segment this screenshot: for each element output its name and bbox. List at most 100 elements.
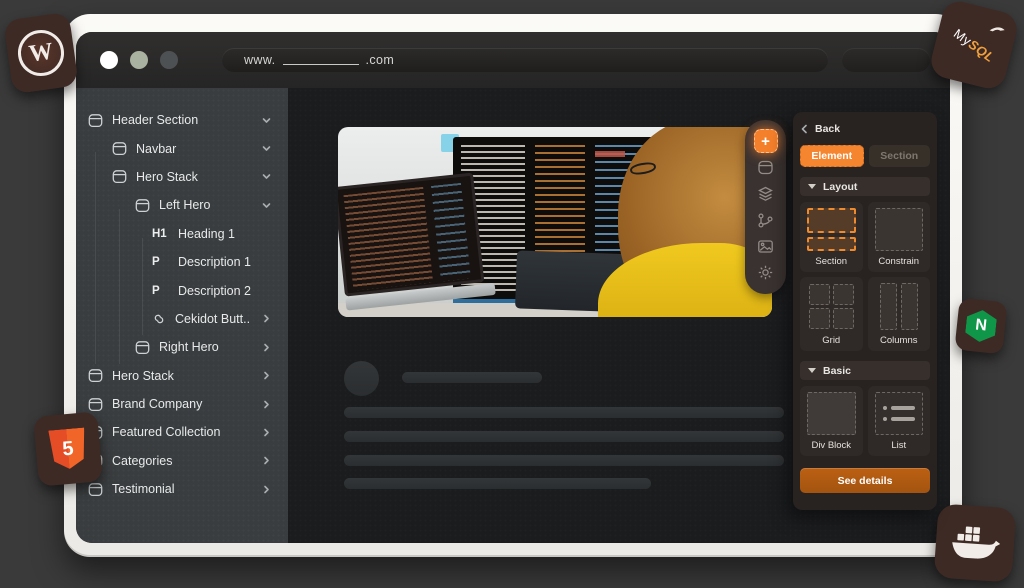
chevron-down-icon[interactable] <box>261 200 272 211</box>
basic-section-header[interactable]: Basic <box>800 361 930 380</box>
basic-card-list[interactable]: List <box>868 386 931 456</box>
chevron-right-icon[interactable] <box>261 427 272 438</box>
tree-item-navbar[interactable]: Navbar <box>76 134 288 162</box>
tree-item-testimonial[interactable]: Testimonial <box>76 475 288 503</box>
browser-actions-pill[interactable] <box>842 48 930 72</box>
container-icon <box>88 368 103 383</box>
tree-item-label: Left Hero <box>159 198 210 212</box>
chevron-right-icon[interactable] <box>261 484 272 495</box>
layers-sidebar: Header Section Navbar Hero Stack <box>76 88 288 543</box>
tab-section[interactable]: Section <box>869 145 931 167</box>
back-button[interactable]: Back <box>800 121 930 137</box>
url-blank-line <box>283 55 359 65</box>
nginx-sticker: N <box>954 298 1007 355</box>
browser-window: www. .com Header Section <box>76 32 950 543</box>
container-icon <box>88 113 103 128</box>
tree-item-label: Categories <box>112 454 172 468</box>
tree-item-label: Hero Stack <box>112 369 174 383</box>
chevron-right-icon[interactable] <box>261 313 272 324</box>
card-label: Div Block <box>811 440 851 451</box>
url-suffix: .com <box>365 53 394 67</box>
p-tag-icon: P <box>152 256 169 268</box>
settings-gear-icon[interactable] <box>754 261 778 285</box>
caret-down-icon <box>808 368 816 373</box>
layout-section-header[interactable]: Layout <box>800 177 930 196</box>
constrain-icon <box>875 208 924 251</box>
tree-item-label: Header Section <box>112 113 198 127</box>
browser-toolbar: www. .com <box>76 32 950 88</box>
layout-card-grid[interactable]: Grid <box>800 277 863 351</box>
window-control-3[interactable] <box>160 51 178 69</box>
chevron-right-icon[interactable] <box>261 342 272 353</box>
chevron-right-icon[interactable] <box>261 455 272 466</box>
tree-item-label: Right Hero <box>159 340 219 354</box>
columns-icon <box>880 283 919 330</box>
tree-item-header-section[interactable]: Header Section <box>76 106 288 134</box>
chevron-right-icon[interactable] <box>261 370 272 381</box>
container-icon <box>135 340 150 355</box>
tab-element[interactable]: Element <box>800 145 864 167</box>
layers-tree: Header Section Navbar Hero Stack <box>76 106 288 503</box>
tree-item-featured-collection[interactable]: Featured Collection <box>76 418 288 446</box>
skeleton-title-line <box>402 372 542 383</box>
branch-tool-button[interactable] <box>754 208 778 232</box>
mysql-dolphin-icon <box>988 20 1009 41</box>
skeleton-line <box>344 431 784 442</box>
skeleton-line <box>344 455 784 466</box>
back-label: Back <box>815 123 840 135</box>
skeleton-line <box>344 478 651 489</box>
skeleton-avatar <box>344 361 379 396</box>
html5-sticker: 5 <box>33 411 103 486</box>
left-laptop <box>338 172 496 317</box>
tree-item-heading-1[interactable]: H1 Heading 1 <box>76 220 288 248</box>
container-icon <box>88 397 103 412</box>
tree-item-label: Heading 1 <box>178 227 235 241</box>
layers-tool-button[interactable] <box>754 182 778 206</box>
tree-item-label: Navbar <box>136 142 176 156</box>
nginx-hexagon-icon: N <box>964 309 997 344</box>
tree-item-description-1[interactable]: P Description 1 <box>76 248 288 276</box>
basic-card-div-block[interactable]: Div Block <box>800 386 863 456</box>
section-icon <box>807 208 856 251</box>
tree-item-description-2[interactable]: P Description 2 <box>76 276 288 304</box>
address-bar[interactable]: www. .com <box>222 48 828 72</box>
tree-item-label: Brand Company <box>112 397 202 411</box>
see-details-button[interactable]: See details <box>800 468 930 493</box>
tree-item-left-hero[interactable]: Left Hero <box>76 191 288 219</box>
tree-item-right-hero[interactable]: Right Hero <box>76 333 288 361</box>
layout-card-constrain[interactable]: Constrain <box>868 202 931 272</box>
element-panel: Back Element Section Layout <box>793 112 937 510</box>
tree-item-hero-stack[interactable]: Hero Stack <box>76 163 288 191</box>
chevron-down-icon[interactable] <box>261 171 272 182</box>
card-label: List <box>891 440 906 451</box>
basic-section-title: Basic <box>823 365 851 377</box>
add-element-button[interactable]: + <box>754 129 778 153</box>
skeleton-line <box>344 407 784 418</box>
tree-item-brand-company[interactable]: Brand Company <box>76 390 288 418</box>
basic-cards: Div Block List <box>800 386 930 456</box>
link-icon <box>152 312 166 326</box>
page-background: www. .com Header Section <box>0 0 1024 588</box>
window-control-1[interactable] <box>100 51 118 69</box>
tree-item-cekidot-button[interactable]: Cekidot Butt.. <box>76 305 288 333</box>
card-label: Constrain <box>878 256 919 267</box>
tree-item-hero-stack-2[interactable]: Hero Stack <box>76 362 288 390</box>
container-tool-button[interactable] <box>754 155 778 179</box>
tree-item-label: Description 1 <box>178 255 251 269</box>
canvas: + <box>288 88 950 543</box>
layout-card-section[interactable]: Section <box>800 202 863 272</box>
card-label: Columns <box>880 335 918 346</box>
caret-down-icon <box>808 184 816 189</box>
chevron-right-icon[interactable] <box>261 399 272 410</box>
chevron-left-icon <box>800 124 809 134</box>
builder-tool-rail: + <box>745 120 786 294</box>
image-tool-button[interactable] <box>754 235 778 259</box>
layout-card-columns[interactable]: Columns <box>868 277 931 351</box>
window-control-2[interactable] <box>130 51 148 69</box>
layout-cards: Section Constrain <box>800 202 930 351</box>
chevron-down-icon[interactable] <box>261 143 272 154</box>
list-icon <box>875 392 924 435</box>
chevron-down-icon[interactable] <box>261 115 272 126</box>
card-label: Section <box>815 256 847 267</box>
tree-item-categories[interactable]: Categories <box>76 447 288 475</box>
